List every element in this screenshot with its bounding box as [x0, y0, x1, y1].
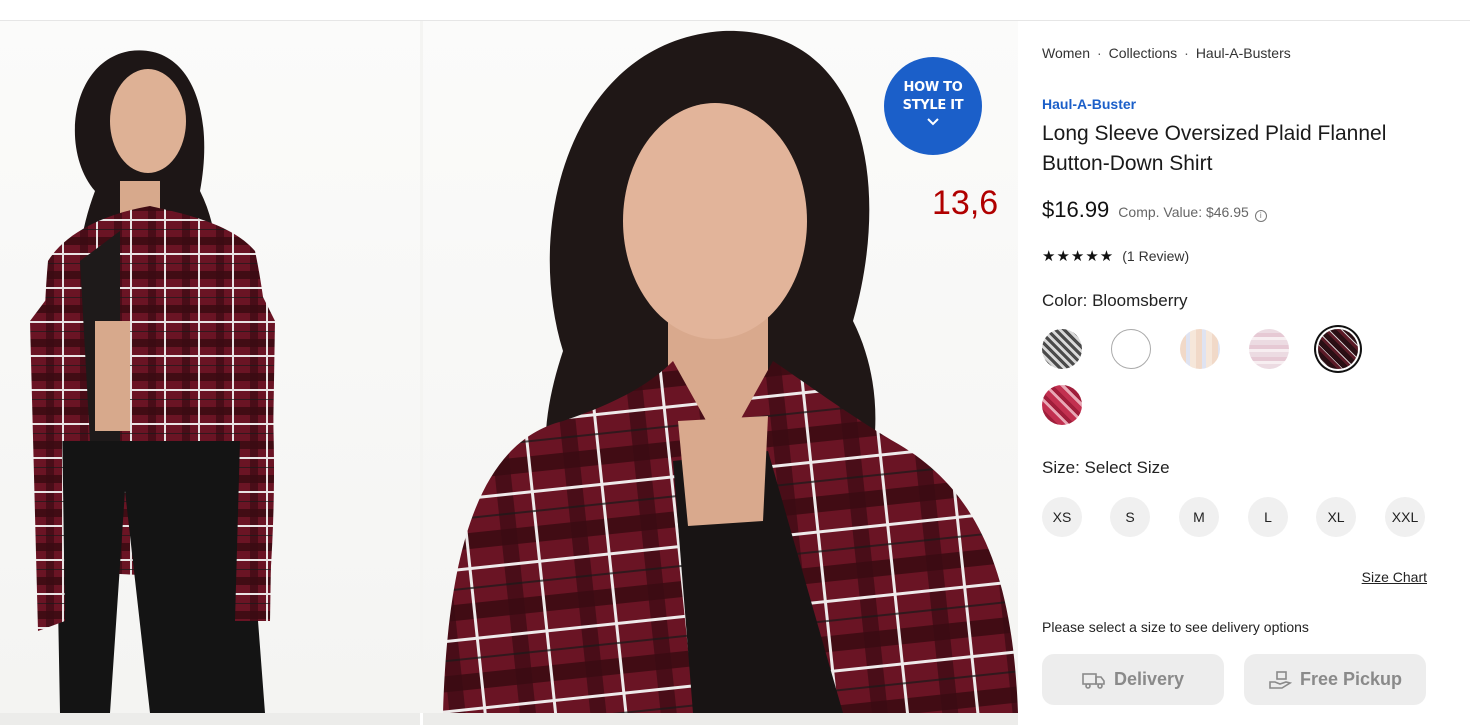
product-gallery: [0, 21, 1018, 725]
size-button-m[interactable]: M: [1179, 497, 1219, 537]
selected-size: Select Size: [1084, 458, 1170, 477]
size-label: Size: Select Size: [1042, 458, 1170, 478]
size-label-prefix: Size:: [1042, 458, 1080, 477]
review-count: (1 Review): [1122, 248, 1190, 264]
breadcrumb-separator: ·: [1184, 45, 1189, 61]
size-button-xs[interactable]: XS: [1042, 497, 1082, 537]
product-price: $16.99: [1042, 197, 1110, 222]
product-details-panel: Women · Collections · Haul-A-Busters Hau…: [1018, 21, 1470, 725]
overlay-counter-text: 13,6: [932, 184, 999, 222]
color-swatch-red-plaid[interactable]: [1042, 385, 1082, 425]
color-swatch-peach-plaid[interactable]: [1180, 329, 1220, 369]
breadcrumb-women[interactable]: Women: [1042, 45, 1090, 61]
product-image-full-body[interactable]: [0, 21, 420, 713]
size-options: XS S M L XL XXL: [1042, 497, 1442, 537]
size-chart-link[interactable]: Size Chart: [1362, 569, 1427, 585]
breadcrumb-separator: ·: [1096, 45, 1102, 61]
star-rating-icon: ★★★★★: [1042, 247, 1115, 265]
size-button-xxl[interactable]: XXL: [1385, 497, 1425, 537]
delivery-note: Please select a size to see delivery opt…: [1042, 619, 1309, 635]
comp-value: Comp. Value: $46.95: [1118, 204, 1249, 220]
how-to-style-it-button[interactable]: HOW TO STYLE IT: [884, 57, 982, 155]
color-swatch-white[interactable]: [1111, 329, 1151, 369]
selected-color-name: Bloomsberry: [1092, 291, 1188, 310]
color-swatch-pink-plaid[interactable]: [1249, 329, 1289, 369]
breadcrumb-collections[interactable]: Collections: [1109, 45, 1177, 61]
style-badge-line2: STYLE IT: [902, 98, 964, 113]
price-row: $16.99 Comp. Value: $46.95 i: [1042, 197, 1267, 223]
chevron-down-icon: [927, 118, 939, 126]
size-button-xl[interactable]: XL: [1316, 497, 1356, 537]
delivery-button[interactable]: Delivery: [1042, 654, 1224, 705]
style-badge-line1: HOW TO: [903, 80, 963, 95]
rating-summary[interactable]: ★★★★★ (1 Review): [1042, 247, 1189, 265]
size-button-s[interactable]: S: [1110, 497, 1150, 537]
size-button-l[interactable]: L: [1248, 497, 1288, 537]
pickup-hand-icon: [1269, 670, 1292, 689]
top-bar: [0, 0, 1470, 21]
truck-icon: [1082, 672, 1105, 689]
color-swatch-bloomsberry[interactable]: [1318, 329, 1358, 369]
model-illustration-full: [30, 50, 275, 713]
delivery-label: Delivery: [1113, 669, 1185, 689]
gallery-next-row: [0, 713, 1018, 725]
info-icon[interactable]: i: [1254, 210, 1267, 222]
color-swatch-gray-plaid[interactable]: [1042, 329, 1082, 369]
breadcrumb-haul-a-busters[interactable]: Haul-A-Busters: [1196, 45, 1291, 61]
color-label: Color: Bloomsberry: [1042, 291, 1188, 311]
product-collection-link[interactable]: Haul-A-Buster: [1042, 96, 1136, 112]
color-label-prefix: Color:: [1042, 291, 1088, 310]
free-pickup-label: Free Pickup: [1299, 669, 1403, 689]
free-pickup-button[interactable]: Free Pickup: [1244, 654, 1426, 705]
product-title: Long Sleeve Oversized Plaid Flannel Butt…: [1042, 122, 1387, 175]
breadcrumb: Women · Collections · Haul-A-Busters: [1042, 45, 1291, 61]
